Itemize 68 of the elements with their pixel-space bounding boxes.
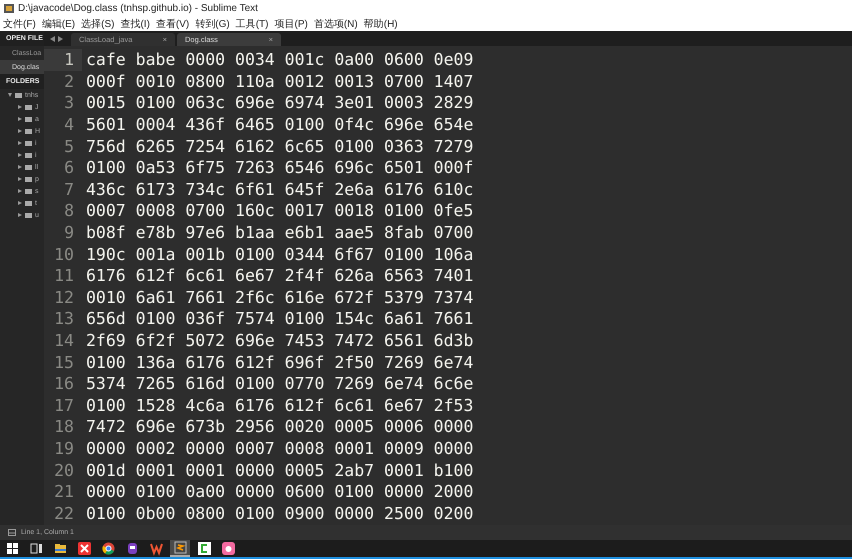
line-number: 8 (63, 200, 75, 222)
code-line: 0010 6a61 7661 2f6c 616e 672f 5379 7374 (86, 288, 474, 307)
code-line: 7472 696e 673b 2956 0020 0005 0006 0000 (86, 417, 474, 436)
menu-item[interactable]: 编辑(E) (42, 17, 76, 31)
c-app-icon (196, 541, 212, 556)
code-line: 656d 0100 036f 7574 0100 154c 6a61 7661 (86, 309, 474, 328)
line-number: 18 (53, 416, 75, 438)
panel-icon[interactable] (8, 529, 16, 536)
code-line: 0100 1528 4c6a 6176 612f 6c61 6e67 2f53 (86, 396, 474, 415)
line-number: 10 (53, 244, 75, 265)
menu-item[interactable]: 帮助(H) (364, 17, 398, 31)
code-line: 436c 6173 734c 6f61 645f 2e6a 6176 610c (86, 180, 474, 199)
code-line: 0100 136a 6176 612f 696f 2f50 7269 6e74 (86, 352, 474, 372)
w-app-icon (148, 541, 164, 556)
menu-item[interactable]: 文件(F) (3, 17, 36, 31)
x-app-icon (76, 541, 92, 556)
line-number: 20 (53, 460, 75, 481)
code-line: 0000 0100 0a00 0000 0600 0100 0000 2000 (86, 482, 474, 502)
code-line: 0100 0a53 6f75 7263 6546 696c 6501 000f (86, 158, 474, 178)
line-number: 4 (63, 114, 75, 136)
folder-icon (52, 541, 68, 556)
editor-app-icon (172, 540, 188, 555)
line-number: 15 (53, 352, 75, 373)
app-icon (4, 4, 14, 13)
browser-icon (100, 541, 116, 556)
code-line: 000f 0010 0800 110a 0012 0013 0700 1407 (86, 72, 474, 91)
code-line: 5601 0004 436f 6465 0100 0f4c 696e 654e (86, 115, 474, 134)
line-number: 6 (63, 157, 75, 179)
menu-item[interactable]: 首选项(N) (314, 17, 358, 31)
line-number: 12 (53, 286, 75, 308)
menu-item[interactable]: 查看(V) (156, 17, 190, 31)
menu-item[interactable]: 选择(S) (81, 17, 114, 31)
next-arrow-icon[interactable] (58, 36, 63, 42)
previous-arrow-icon[interactable] (50, 36, 55, 42)
code-line: 0100 0b00 0800 0100 0900 0000 2500 0200 (86, 504, 474, 523)
code-line: 5374 7265 616d 0100 0770 7269 6e74 6c6e (86, 374, 474, 394)
line-number: 11 (53, 265, 75, 287)
menu-item[interactable]: 转到(G) (195, 17, 230, 31)
line-number: 7 (63, 178, 75, 200)
code-line: 001d 0001 0001 0000 0005 2ab7 0001 b100 (86, 460, 474, 480)
line-number: 9 (63, 222, 75, 244)
code-line: 2f69 6f2f 5072 696e 7453 7472 6561 6d3b (86, 331, 474, 350)
circle-app-icon (220, 541, 236, 556)
line-number: 21 (53, 481, 75, 502)
line-number: 13 (53, 308, 75, 330)
menu-item[interactable]: 查找(I) (120, 17, 150, 31)
code-line: 190c 001a 001b 0100 0344 6f67 0100 106a (86, 244, 474, 264)
line-number: 14 (53, 330, 75, 352)
code-line: 0015 0100 063c 696e 6974 3e01 0003 2829 (86, 93, 474, 112)
menu-item[interactable]: 项目(P) (274, 17, 308, 31)
window-title: D:\javacode\Dog.class (tnhsp.github.io) - Sublime Text (18, 3, 258, 14)
line-number: 1 (44, 49, 82, 71)
code-line: 0000 0002 0000 0007 0008 0001 0009 0000 (86, 438, 474, 458)
code-line: 0007 0008 0700 160c 0017 0018 0100 0fe5 (86, 201, 474, 220)
code-line: b08f e78b 97e6 b1aa e6b1 aae5 8fab 0700 (86, 223, 474, 242)
code-line: 756d 6265 7254 6162 6c65 0100 0363 7279 (86, 136, 474, 156)
line-number: 2 (63, 70, 75, 92)
line-number: 22 (53, 502, 75, 524)
task-view-icon (28, 541, 44, 556)
code-line: cafe babe 0000 0034 001c 0a00 0600 0e09 (86, 50, 474, 70)
line-number: 17 (53, 394, 75, 416)
menu-item[interactable]: 工具(T) (236, 17, 268, 31)
code-line: 6176 612f 6c61 6e67 2f4f 626a 6563 7401 (86, 266, 474, 286)
start-icon (4, 541, 20, 556)
line-number: 16 (53, 373, 75, 394)
line-number: 5 (63, 136, 75, 157)
line-number: 3 (63, 92, 75, 114)
line-number: 19 (53, 438, 75, 460)
